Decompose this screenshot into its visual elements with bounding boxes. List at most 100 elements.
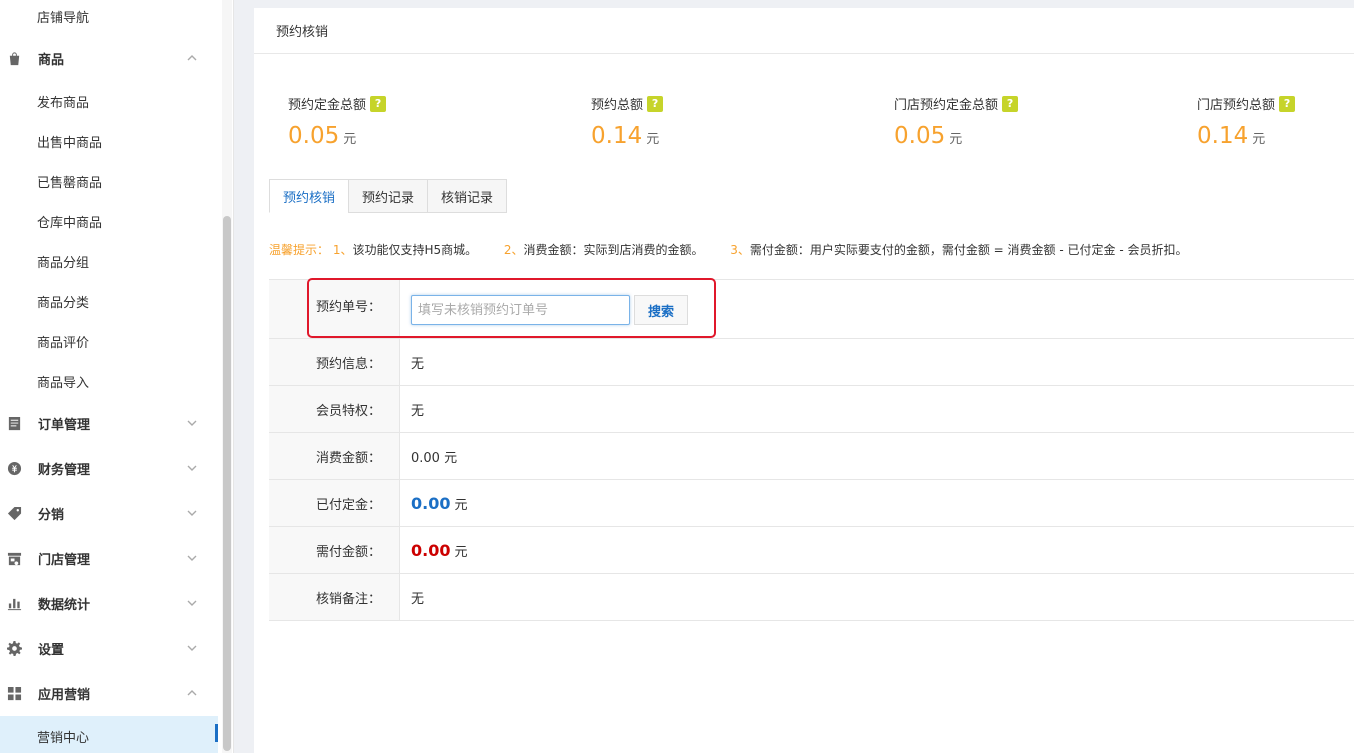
chevron-down-icon xyxy=(186,462,198,474)
sidebar-item-label: 仓库中商品 xyxy=(37,215,103,231)
form-row-remark: 核销备注： 无 xyxy=(269,574,1354,621)
sidebar-group-distribution[interactable]: 分销 xyxy=(0,493,218,533)
main-panel: 预约核销 预约定金总额? 0.05 元 预约总额? 0.14 元 门店预约定金总额?… xyxy=(254,8,1354,753)
form-row-paid-deposit: 已付定金： 0.00 元 xyxy=(269,480,1354,527)
sidebar-item-store-nav[interactable]: 店铺导航 xyxy=(0,0,218,36)
form-value: 无 xyxy=(411,403,425,419)
stat-label: 预约定金总额 xyxy=(288,98,367,113)
order-number-input[interactable] xyxy=(411,295,630,325)
form-label: 核销备注： xyxy=(269,574,400,620)
tip-item: 消费金额：实际到店消费的金额。 xyxy=(523,243,704,257)
sidebar-group-statistics[interactable]: 数据统计 xyxy=(0,583,218,623)
tip-num: 3、 xyxy=(730,243,750,257)
verify-form: 预约单号： 搜索 预约信息： 无 会员特权： 无 消费金额： 0.00 元 已付… xyxy=(269,279,1354,621)
sidebar-group-label: 应用营销 xyxy=(38,687,91,703)
active-indicator xyxy=(215,724,218,742)
sidebar-item-goods-review[interactable]: 商品评价 xyxy=(0,321,218,361)
sidebar-item-label: 出售中商品 xyxy=(37,135,103,151)
apps-icon xyxy=(6,685,22,701)
tip-item: 需付金额：用户实际要支付的金额，需付金额 = 消费金额 - 已付定金 - 会员折… xyxy=(749,243,1188,257)
form-value: 0.00 元 xyxy=(411,450,458,466)
stat-label: 预约总额 xyxy=(591,98,644,113)
sidebar-item-label: 店铺导航 xyxy=(37,10,90,26)
sidebar-group-settings[interactable]: 设置 xyxy=(0,628,218,668)
sidebar-item-on-sale-goods[interactable]: 出售中商品 xyxy=(0,121,218,161)
stats-summary: 预约定金总额? 0.05 元 预约总额? 0.14 元 门店预约定金总额? 0.05… xyxy=(254,94,1354,154)
form-row-reservation-info: 预约信息： 无 xyxy=(269,339,1354,386)
sidebar-group-finance[interactable]: 财务管理 xyxy=(0,448,218,488)
stat-label: 门店预约定金总额 xyxy=(894,98,999,113)
page-header: 预约核销 xyxy=(254,8,1354,54)
form-value: 无 xyxy=(411,591,425,607)
tab-verify-records[interactable]: 核销记录 xyxy=(427,179,508,213)
stat-deposit-total: 预约定金总额? 0.05 元 xyxy=(288,94,387,149)
need-pay-value: 0.00 xyxy=(411,540,451,560)
help-icon[interactable]: ? xyxy=(647,95,664,112)
sidebar-item-sold-out-goods[interactable]: 已售罄商品 xyxy=(0,161,218,201)
form-row-consume-amount: 消费金额： 0.00 元 xyxy=(269,433,1354,480)
stat-value: 0.05 xyxy=(894,123,946,149)
sidebar-group-orders[interactable]: 订单管理 xyxy=(0,403,218,443)
stat-store-reservation-total: 门店预约总额? 0.14 元 xyxy=(1197,94,1296,149)
form-label: 消费金额： xyxy=(269,433,400,479)
bag-icon xyxy=(6,50,22,66)
form-value: 无 xyxy=(411,356,425,372)
sidebar-item-label: 发布商品 xyxy=(37,95,90,111)
help-icon[interactable]: ? xyxy=(1279,95,1296,112)
tab-verify[interactable]: 预约核销 xyxy=(269,179,350,213)
help-icon[interactable]: ? xyxy=(370,95,387,112)
tip-item: 该功能仅支持H5商城。 xyxy=(352,243,478,257)
chevron-down-icon xyxy=(186,597,198,609)
sidebar-item-goods-import[interactable]: 商品导入 xyxy=(0,361,218,401)
stat-unit: 元 xyxy=(343,132,357,147)
form-label: 会员特权： xyxy=(269,386,400,432)
form-label: 预约信息： xyxy=(269,339,400,385)
sidebar-group-label: 门店管理 xyxy=(38,552,91,568)
stat-value: 0.14 xyxy=(591,123,643,149)
form-value: 0.00 元 xyxy=(400,480,468,526)
form-row-member-privilege: 会员特权： 无 xyxy=(269,386,1354,433)
sidebar-group-store[interactable]: 门店管理 xyxy=(0,538,218,578)
sidebar-item-label: 营销中心 xyxy=(37,730,90,746)
sidebar-item-label: 商品分组 xyxy=(37,255,90,271)
sidebar-group-label: 分销 xyxy=(38,507,65,523)
sidebar-item-label: 商品导入 xyxy=(37,375,90,391)
sidebar-item-publish-goods[interactable]: 发布商品 xyxy=(0,81,218,121)
sidebar-group-app-marketing[interactable]: 应用营销 xyxy=(0,673,218,713)
finance-icon xyxy=(6,460,22,476)
stat-value: 0.14 xyxy=(1197,123,1249,149)
tip-prefix: 温馨提示： xyxy=(269,243,330,257)
sidebar-item-warehouse-goods[interactable]: 仓库中商品 xyxy=(0,201,218,241)
tab-bar: 预约核销 预约记录 核销记录 xyxy=(269,179,508,213)
tab-reservation-records[interactable]: 预约记录 xyxy=(348,179,429,213)
sidebar-group-goods[interactable]: 商品 xyxy=(0,38,218,78)
form-value: 搜索 xyxy=(400,280,688,338)
tip-num: 1、 xyxy=(332,243,353,257)
sidebar-group-label: 订单管理 xyxy=(38,417,91,433)
stat-unit: 元 xyxy=(1252,132,1266,147)
sidebar-item-label: 已售罄商品 xyxy=(37,175,103,191)
sidebar-scrollbar-thumb[interactable] xyxy=(223,216,231,751)
chevron-down-icon xyxy=(186,642,198,654)
search-button[interactable]: 搜索 xyxy=(634,295,688,325)
sidebar-group-label: 设置 xyxy=(38,642,65,658)
help-icon[interactable]: ? xyxy=(1002,95,1019,112)
form-label: 需付金额： xyxy=(269,527,400,573)
stat-store-deposit-total: 门店预约定金总额? 0.05 元 xyxy=(894,94,1019,149)
page-title: 预约核销 xyxy=(276,25,329,40)
form-value: 0.00 元 xyxy=(400,527,468,573)
stat-unit: 元 xyxy=(646,132,660,147)
stat-value: 0.05 xyxy=(288,123,340,149)
sidebar-item-goods-category[interactable]: 商品分类 xyxy=(0,281,218,321)
chevron-down-icon xyxy=(186,417,198,429)
form-label: 预约单号： xyxy=(269,280,400,338)
sidebar-item-marketing-center[interactable]: 营销中心 xyxy=(0,716,218,753)
sidebar-item-label: 商品评价 xyxy=(37,335,90,351)
form-label: 已付定金： xyxy=(269,480,400,526)
sidebar-group-label: 财务管理 xyxy=(38,462,91,478)
sidebar-item-goods-group[interactable]: 商品分组 xyxy=(0,241,218,281)
chevron-down-icon xyxy=(186,552,198,564)
chevron-down-icon xyxy=(186,507,198,519)
paid-deposit-value: 0.00 xyxy=(411,493,451,513)
tag-icon xyxy=(6,505,22,521)
